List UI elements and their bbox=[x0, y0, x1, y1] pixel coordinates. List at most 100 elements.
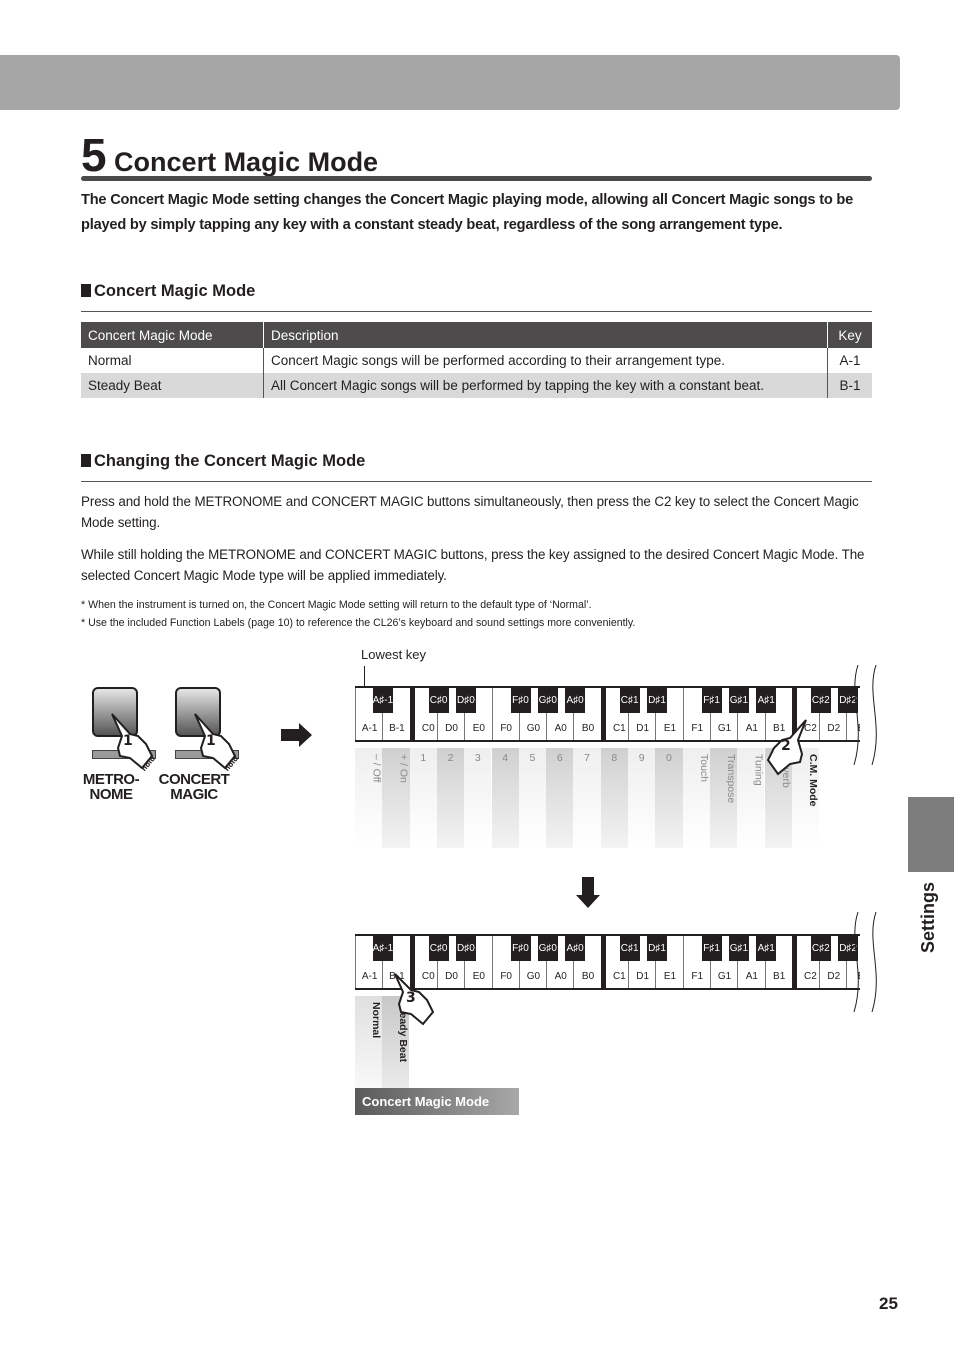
white-key-label: G0 bbox=[526, 723, 541, 734]
function-label: Tuning bbox=[737, 748, 765, 848]
function-label: Transpose bbox=[709, 748, 738, 848]
function-label: 9 bbox=[628, 748, 656, 848]
section-heading-mode: Concert Magic Mode bbox=[81, 282, 255, 301]
black-key: C♯2 bbox=[810, 688, 831, 713]
chapter-title: Concert Magic Mode bbox=[114, 147, 379, 177]
mode-bar-label: Concert Magic Mode bbox=[355, 1088, 519, 1115]
black-key: G♯1 bbox=[728, 688, 749, 713]
paragraph: While still holding the METRONOME and CO… bbox=[81, 547, 865, 583]
function-label: 1 bbox=[409, 748, 437, 848]
mode-label-normal: Normal bbox=[355, 996, 382, 1094]
col-header-description: Description bbox=[263, 322, 828, 348]
black-key: A♯1 bbox=[756, 688, 777, 713]
section-rule bbox=[81, 481, 872, 482]
header-bar bbox=[0, 55, 900, 110]
black-key: G♯0 bbox=[537, 936, 558, 961]
function-label: 5 bbox=[518, 748, 547, 848]
hand-press-icon: 2 bbox=[766, 719, 807, 776]
label-line: MAGIC bbox=[170, 786, 218, 803]
step-number: 3 bbox=[406, 990, 416, 1006]
black-key: F♯0 bbox=[510, 688, 531, 713]
function-label: 3 bbox=[464, 748, 492, 848]
metronome-label: METRO- NOME bbox=[76, 772, 146, 802]
function-label: + / On bbox=[382, 748, 410, 848]
function-label: 4 bbox=[491, 748, 519, 848]
chapter-number: 5 bbox=[81, 129, 107, 181]
white-key-label: E0 bbox=[472, 723, 485, 734]
function-label: 7 bbox=[573, 748, 601, 848]
white-key-label: E0 bbox=[472, 971, 485, 982]
black-key: C♯2 bbox=[810, 936, 831, 961]
concert-magic-label: CONCERT MAGIC bbox=[156, 772, 232, 802]
black-key: A♯-1 bbox=[372, 936, 393, 961]
black-key: D♯1 bbox=[647, 936, 667, 961]
paragraph: Press and hold the METRONOME and CONCERT… bbox=[81, 494, 859, 530]
chapter-rule bbox=[81, 176, 872, 181]
chapter-heading: 5 Concert Magic Mode bbox=[81, 128, 378, 182]
heading-marker-icon bbox=[81, 284, 91, 297]
white-key-label: B-1 bbox=[389, 723, 405, 734]
section-heading-text: Concert Magic Mode bbox=[94, 282, 256, 300]
black-key: C♯1 bbox=[619, 688, 640, 713]
white-key-label: F1 bbox=[691, 971, 704, 982]
step-number: 1 bbox=[206, 733, 216, 749]
step-number: 2 bbox=[781, 738, 791, 754]
black-key: D♯0 bbox=[455, 688, 476, 713]
white-key-label: F0 bbox=[500, 723, 512, 734]
white-key-label: A1 bbox=[745, 971, 758, 982]
keyboard-break-icon bbox=[853, 912, 877, 1012]
side-tab bbox=[908, 797, 954, 872]
col-header-key: Key bbox=[827, 322, 872, 348]
black-key: F♯1 bbox=[701, 936, 722, 961]
cell-key: B-1 bbox=[827, 373, 872, 398]
cell-mode: Normal bbox=[88, 353, 132, 368]
section-heading-changing: Changing the Concert Magic Mode bbox=[81, 452, 365, 471]
black-key: A♯0 bbox=[565, 688, 586, 713]
white-key-label: D1 bbox=[636, 971, 650, 982]
table-row: Normal Concert Magic songs will be perfo… bbox=[81, 348, 872, 373]
white-key-label: E1 bbox=[663, 971, 677, 982]
black-key: G♯1 bbox=[728, 936, 749, 961]
label-line: CONCERT bbox=[158, 771, 230, 788]
white-key-label: A0 bbox=[554, 971, 567, 982]
arrow-down-icon bbox=[576, 877, 600, 908]
hand-press-icon: 1 hold bbox=[194, 713, 240, 772]
side-tab-label: Settings bbox=[918, 882, 938, 954]
function-label: – / Off bbox=[355, 748, 383, 848]
white-key-label: G1 bbox=[717, 971, 732, 982]
white-key-label: D0 bbox=[445, 971, 458, 982]
cell-description: Concert Magic songs will be performed ac… bbox=[263, 348, 828, 373]
black-key: A♯0 bbox=[565, 936, 586, 961]
page-number: 25 bbox=[879, 1294, 898, 1313]
intro-text: The Concert Magic Mode setting changes t… bbox=[81, 192, 854, 233]
white-key-label: G0 bbox=[526, 971, 541, 982]
function-label: 2 bbox=[436, 748, 465, 848]
function-label: 6 bbox=[546, 748, 574, 848]
black-key: D♯1 bbox=[647, 688, 667, 713]
section-heading-text: Changing the Concert Magic Mode bbox=[94, 452, 366, 470]
white-key-label: A-1 bbox=[361, 723, 378, 734]
black-key: F♯0 bbox=[510, 936, 531, 961]
section-rule bbox=[81, 311, 872, 312]
white-key-label: A-1 bbox=[361, 971, 378, 982]
col-header-mode: Concert Magic Mode bbox=[81, 322, 264, 348]
white-key-label: D2 bbox=[827, 723, 841, 734]
hand-press-icon: 1 hold bbox=[111, 713, 157, 772]
cell-description: All Concert Magic songs will be performe… bbox=[263, 373, 828, 398]
table-header-row: Concert Magic Mode Description Key bbox=[81, 322, 872, 348]
white-key-label: B0 bbox=[581, 723, 595, 734]
hand-press-icon: 3 bbox=[394, 973, 435, 1026]
white-key-label: D0 bbox=[445, 723, 458, 734]
cell-key: A-1 bbox=[827, 348, 872, 373]
arrow-right-icon bbox=[281, 723, 312, 747]
white-key-label: F1 bbox=[691, 723, 704, 734]
white-key-label: F0 bbox=[500, 971, 512, 982]
heading-marker-icon bbox=[81, 454, 91, 467]
white-key-label: G1 bbox=[717, 723, 732, 734]
black-key: A♯-1 bbox=[372, 688, 393, 713]
black-key: A♯1 bbox=[756, 936, 777, 961]
function-label: Touch bbox=[682, 748, 710, 848]
white-key-label: E1 bbox=[663, 723, 677, 734]
white-key-label: D1 bbox=[636, 723, 650, 734]
white-key-label: A0 bbox=[554, 723, 567, 734]
